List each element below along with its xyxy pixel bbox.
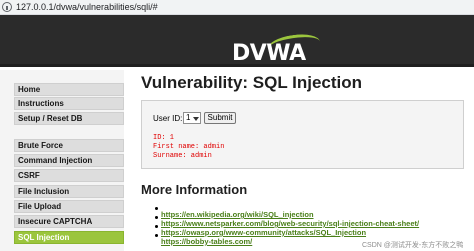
browser-address-bar[interactable]: 127.0.0.1/dvwa/vulnerabilities/sqli/# [0,0,474,15]
bullet-icon [155,234,158,237]
user-id-selected-value: 1 [186,113,191,122]
list-item: https://en.wikipedia.org/wiki/SQL_inject… [155,204,314,219]
bullet-icon [155,225,158,228]
list-item: https://www.netsparker.com/blog/web-secu… [155,213,419,228]
bullet-icon [155,207,158,210]
sidebar-item-file-inclusion[interactable]: File Inclusion [14,185,124,198]
page-title: Vulnerability: SQL Injection [141,73,363,92]
site-info-icon[interactable] [2,2,12,12]
sidebar-item-sql-injection[interactable]: SQL Injection [14,231,124,244]
watermark: CSDN @测试开发-东方不败之鸭 [362,242,464,249]
sidebar-item-brute-force[interactable]: Brute Force [14,139,124,152]
chevron-down-icon [193,117,199,121]
more-information-heading: More Information [141,182,248,197]
sidebar-item-setup-reset-db[interactable]: Setup / Reset DB [14,112,124,125]
result-surname: Surname: admin [153,152,212,160]
list-item: https://owasp.org/www-community/attacks/… [155,222,366,237]
sidebar-item-file-upload[interactable]: File Upload [14,200,124,213]
sidebar-item-command-injection[interactable]: Command Injection [14,154,124,167]
submit-button[interactable]: Submit [204,112,236,124]
address-url[interactable]: 127.0.0.1/dvwa/vulnerabilities/sqli/# [16,1,158,13]
sidebar-item-home[interactable]: Home [14,83,124,96]
list-item: https://bobby-tables.com/ [155,231,252,246]
user-id-select[interactable]: 1 [183,112,201,124]
result-id: ID: 1 [153,134,175,142]
result-first-name: First name: admin [153,143,225,151]
sidebar-item-insecure-captcha[interactable]: Insecure CAPTCHA [14,215,124,228]
user-id-label: User ID: [153,114,183,123]
sidebar-item-instructions[interactable]: Instructions [14,97,124,110]
bullet-icon [155,216,158,219]
sidebar-item-csrf[interactable]: CSRF [14,169,124,182]
link-bobby-tables[interactable]: https://bobby-tables.com/ [161,237,252,246]
dvwa-logo: DVWA [232,41,306,66]
page-header: DVWA [0,15,474,67]
